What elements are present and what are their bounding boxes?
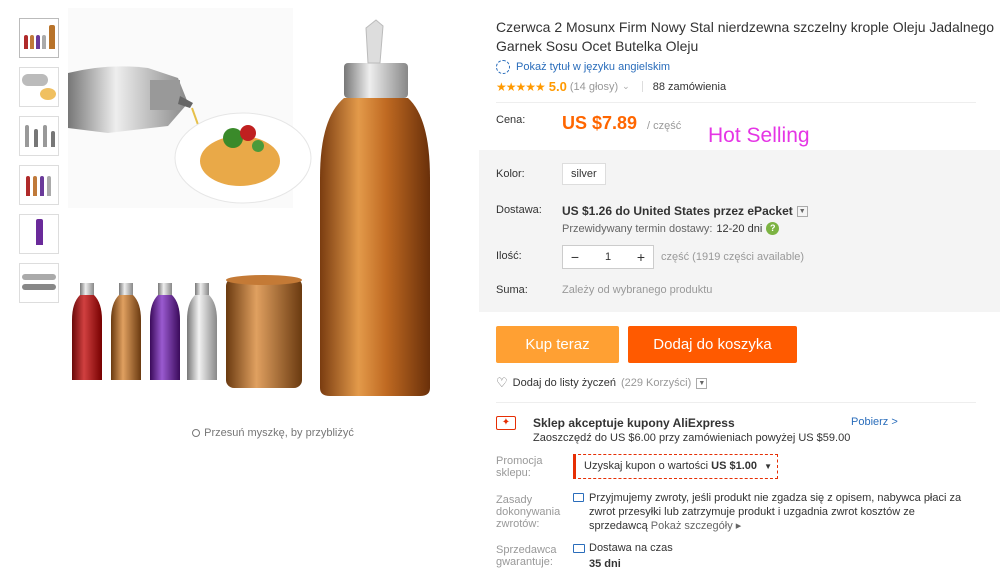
shipping-text[interactable]: US $1.26 do United States przez ePacket (562, 204, 793, 218)
on-time-delivery: Dostawa na czas (573, 542, 673, 554)
thumbnail-3[interactable] (19, 116, 59, 156)
return-policy-text: Przyjmujemy zwroty, jeśli produkt nie zg… (589, 492, 962, 532)
shipping-selector[interactable]: US $1.26 do United States przez ePacket … (562, 204, 808, 218)
seller-guarantee-label-line: Sprzedawca (496, 544, 557, 556)
chevron-down-icon[interactable]: ▼ (796, 205, 808, 217)
seller-guarantee-label-line: gwarantuje: (496, 556, 553, 568)
total-value: Zależy od wybranego produktu (562, 284, 713, 296)
quantity-availability: część (1919 części available) (661, 251, 805, 263)
thumbnail-5[interactable] (19, 214, 59, 254)
buy-now-button[interactable]: Kup teraz (496, 326, 619, 363)
coupon-subtitle: Zaoszczędź do US $6.00 przy zamówieniach… (533, 432, 851, 444)
price-value: US $7.89 (562, 113, 638, 133)
coupon-dropdown-amount[interactable]: US $1.00 (711, 460, 757, 472)
product-title: Czerwca 2 Mosunx Firm Nowy Stal nierdzew… (496, 19, 994, 54)
star-rating-icon: ★★★★★ (496, 79, 546, 94)
translate-link-text[interactable]: Pokaż tytuł w języku angielskim (516, 61, 670, 73)
chevron-down-icon[interactable]: ▼ (764, 462, 772, 471)
quantity-increase-button[interactable]: + (629, 246, 653, 268)
return-policy-label-line: zwrotów: (496, 518, 540, 530)
store-promo-label-line: sklepu: (496, 467, 531, 479)
add-to-cart-button[interactable]: Dodaj do koszyka (628, 326, 797, 363)
truck-icon (573, 544, 585, 553)
chevron-down-icon[interactable]: ⌄ (622, 81, 630, 92)
delivery-time: Przewidywany termin dostawy: 12-20 dni ? (562, 222, 780, 235)
return-policy-label-line: dokonywania (496, 506, 561, 518)
divider (641, 81, 643, 92)
store-promo-label: Promocja sklepu: (496, 455, 542, 479)
question-icon[interactable]: ? (766, 222, 780, 235)
quantity-input[interactable]: 1 (587, 246, 629, 268)
thumbnail-1[interactable] (19, 18, 59, 58)
delivery-time-value: 12-20 dni (716, 222, 763, 235)
quantity-stepper: − 1 + (562, 245, 654, 269)
store-promo-label-line: Promocja (496, 455, 543, 467)
translate-icon (496, 60, 510, 74)
rating-row: ★★★★★ 5.0 (14 głosy) ⌄ 88 zamówienia (496, 79, 726, 94)
guarantee-days: 35 dni (589, 558, 621, 570)
return-icon (573, 493, 584, 502)
thumbnail-list (19, 18, 61, 312)
return-policy: Przyjmujemy zwroty, jeśli produkt nie zg… (573, 491, 973, 533)
votes-count[interactable]: (14 głosy) (570, 81, 618, 93)
quantity-decrease-button[interactable]: − (563, 246, 587, 268)
get-coupon-link[interactable]: Pobierz > (851, 416, 898, 428)
store-coupon-dropdown[interactable]: Uzyskaj kupon o wartości US $1.00 ▼ (573, 454, 778, 479)
product-illustration (68, 8, 430, 396)
hot-selling-banner: Hot Selling (708, 124, 810, 147)
coupon-icon: ✦ (496, 416, 516, 430)
quantity-label: Ilość: (496, 250, 522, 262)
price-unit: / część (647, 120, 682, 132)
zoom-hint-text: Przesuń myszkę, by przybliżyć (204, 427, 354, 439)
wishlist-count: (229 Korzyści) (620, 377, 692, 389)
magnifier-icon (192, 429, 201, 437)
wishlist-link[interactable]: ♡ Dodaj do listy życzeń (229 Korzyści) ▼ (496, 375, 708, 391)
total-label: Suma: (496, 284, 528, 296)
divider (496, 102, 976, 103)
thumbnail-4[interactable] (19, 165, 59, 205)
product-info-panel: Czerwca 2 Mosunx Firm Nowy Stal nierdzew… (479, 0, 1000, 578)
color-option-silver[interactable]: silver (562, 163, 606, 185)
return-policy-label: Zasady dokonywania zwrotów: (496, 494, 560, 530)
color-label: Kolor: (496, 168, 525, 180)
price-label: Cena: (496, 114, 526, 126)
translate-link[interactable]: Pokaż tytuł w języku angielskim (496, 60, 670, 74)
delivery-time-label: Przewidywany termin dostawy: (562, 222, 713, 235)
heart-icon[interactable]: ♡ (496, 375, 508, 391)
on-time-delivery-text: Dostawa na czas (589, 542, 673, 554)
zoom-hint: Przesuń myszkę, by przybliżyć (68, 427, 478, 439)
orders-count: 88 zamówienia (652, 80, 727, 93)
seller-guarantee-label: Sprzedawca gwarantuje: (496, 544, 557, 568)
thumbnail-2[interactable] (19, 67, 59, 107)
coupon-title: Sklep akceptuje kupony AliExpress (533, 416, 735, 430)
coupon-dropdown-text[interactable]: Uzyskaj kupon o wartości (584, 460, 708, 472)
chevron-down-icon[interactable]: ▼ (696, 377, 708, 389)
wishlist-text[interactable]: Dodaj do listy życzeń (513, 377, 616, 389)
show-details-link[interactable]: Pokaż szczegóły ▸ (651, 520, 742, 532)
thumbnail-6[interactable] (19, 263, 59, 303)
return-policy-label-line: Zasady (496, 494, 533, 506)
shipping-label: Dostawa: (496, 204, 542, 216)
rating-score: 5.0 (548, 79, 567, 94)
main-product-image[interactable] (68, 8, 478, 418)
divider (496, 402, 976, 403)
